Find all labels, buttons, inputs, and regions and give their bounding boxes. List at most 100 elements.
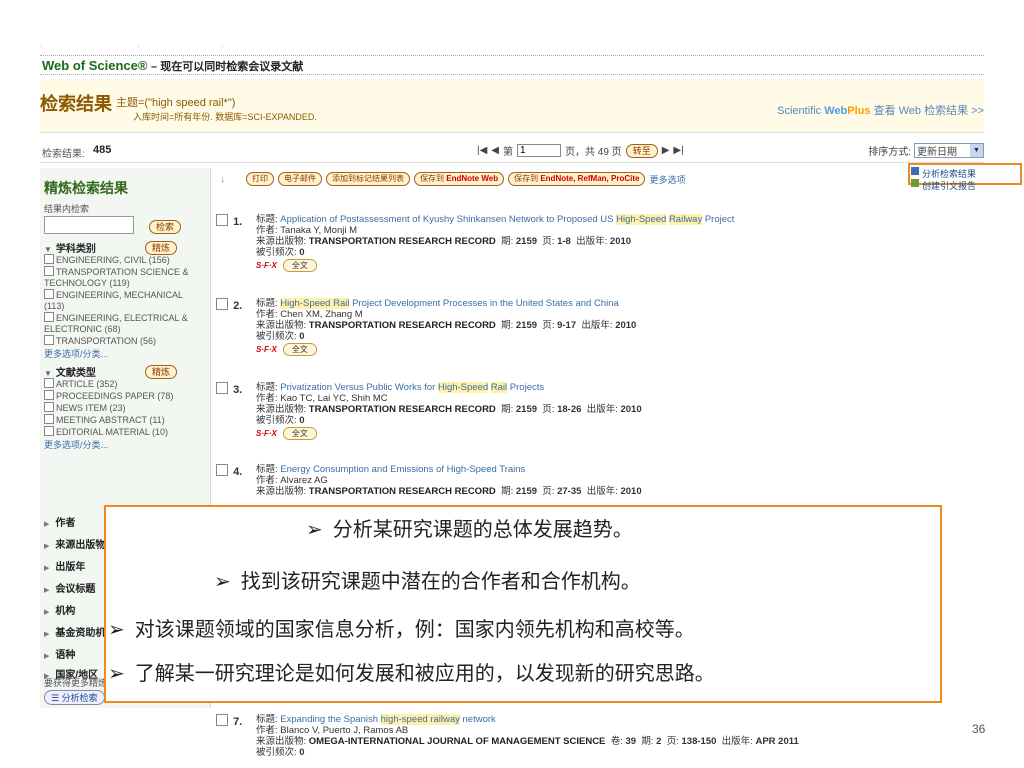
checkbox[interactable]	[44, 426, 54, 436]
record-pages: 138-150	[681, 736, 717, 747]
sort-select[interactable]: 更新日期 ▼	[914, 143, 984, 158]
doctype-item[interactable]: NEWS ITEM (23)	[44, 402, 204, 414]
search-within-input[interactable]	[44, 216, 134, 234]
doctype-item[interactable]: PROCEEDINGS PAPER (78)	[44, 390, 204, 402]
record-cited: 0	[299, 247, 305, 258]
record-volume: 39	[625, 736, 637, 747]
facet-label: 出版年	[55, 562, 86, 573]
record-checkbox[interactable]	[216, 382, 228, 394]
more-doctypes-link[interactable]: 更多选项/分类...	[44, 438, 108, 451]
doctype-item[interactable]: ARTICLE (352)	[44, 378, 204, 390]
doctype-item[interactable]: MEETING ABSTRACT (11)	[44, 414, 204, 426]
record-checkbox[interactable]	[216, 214, 228, 226]
source-label: 来源出版物:	[256, 404, 307, 415]
add-marked-button[interactable]: 添加到标记结果列表	[326, 172, 410, 186]
callout-line: ➢ 对该课题领域的国家信息分析，例：国家内领先机构和高校等。	[108, 613, 695, 642]
cited-label: 被引频次:	[256, 415, 297, 426]
checkbox[interactable]	[44, 390, 54, 400]
more-options-link[interactable]: 更多选项	[649, 173, 685, 186]
record-authors-row: 作者: Chen XM, Zhang M	[256, 309, 976, 320]
title-label: 标题:	[256, 464, 278, 475]
record-checkbox[interactable]	[216, 298, 228, 310]
record-checkbox[interactable]	[216, 464, 228, 476]
last-page-icon[interactable]: ▶|	[673, 145, 683, 156]
triangle-right-icon: ▶	[44, 521, 50, 528]
go-button[interactable]: 转至	[625, 143, 658, 158]
list-icon: ☰	[51, 693, 60, 703]
title-highlight: Rail	[490, 382, 508, 393]
email-button[interactable]: 电子邮件	[278, 172, 322, 186]
facet-conference[interactable]: ▶ 会议标题	[44, 580, 95, 595]
record-issue: 2	[656, 736, 662, 747]
subject-item-label: ENGINEERING, ELECTRICAL & ELECTRONIC (68…	[44, 313, 188, 334]
analyze-results-button[interactable]: ☰ 分析检索	[44, 690, 105, 705]
author-label: 作者:	[256, 393, 278, 404]
record-title[interactable]: Privatization Versus Public Works for Hi…	[280, 382, 544, 393]
title-text: Project	[702, 214, 735, 225]
more-subjects-link[interactable]: 更多选项/分类...	[44, 347, 108, 360]
checkbox[interactable]	[44, 378, 54, 388]
save-endnote-button[interactable]: 保存到 EndNote, RefMan, ProCite	[508, 172, 646, 186]
refine-doctype-button[interactable]: 精炼	[145, 365, 178, 379]
web-results-link[interactable]: 查看 Web 检索结果 >>	[874, 105, 984, 117]
record-checkbox[interactable]	[216, 714, 228, 726]
facet-language[interactable]: ▶ 语种	[44, 646, 75, 661]
fulltext-button[interactable]: 全文	[282, 427, 317, 440]
record-title[interactable]: Expanding the Spanish high-speed railway…	[280, 714, 496, 725]
doctype-item[interactable]: EDITORIAL MATERIAL (10)	[44, 426, 204, 438]
citation-report-link[interactable]: 创建引文报告	[922, 179, 976, 192]
print-button[interactable]: 打印	[246, 172, 274, 186]
record-title[interactable]: Application of Postassessment of Kyushy …	[280, 214, 734, 225]
source-label: 来源出版物:	[256, 320, 307, 331]
wos-brand[interactable]: Web of Science®	[42, 58, 147, 73]
record-title[interactable]: High-Speed Rail Project Development Proc…	[280, 298, 619, 309]
refine-subject-button[interactable]: 精炼	[145, 241, 178, 255]
save-endnote-web-button[interactable]: 保存到 EndNote Web	[414, 172, 505, 186]
record-journal: OMEGA-INTERNATIONAL JOURNAL OF MANAGEMEN…	[308, 736, 606, 747]
issue-label: 期	[501, 320, 511, 331]
title-highlight: High-Speed	[616, 214, 667, 225]
record-year: 2010	[620, 404, 642, 415]
checkbox[interactable]	[44, 312, 54, 322]
next-page-icon[interactable]: ▶	[662, 145, 670, 156]
facet-organization[interactable]: ▶ 机构	[44, 602, 75, 617]
checkbox[interactable]	[44, 414, 54, 424]
record-title[interactable]: Energy Consumption and Emissions of High…	[280, 464, 525, 475]
record-body: 标题: Energy Consumption and Emissions of …	[256, 464, 976, 497]
checkbox[interactable]	[44, 254, 54, 264]
subject-item[interactable]: ENGINEERING, MECHANICAL (113)	[44, 289, 204, 312]
checkbox[interactable]	[44, 402, 54, 412]
record-cited-row: 被引频次: 0	[256, 331, 976, 342]
record-pages: 9-17	[557, 320, 577, 331]
fulltext-button[interactable]: 全文	[282, 343, 317, 356]
sort-control: 排序方式: 更新日期 ▼	[868, 143, 984, 158]
checkbox[interactable]	[44, 266, 54, 276]
record-year: 2010	[615, 320, 637, 331]
record-authors-row: 作者: Blanco V, Puerto J, Ramos AB	[256, 725, 976, 736]
facet-source[interactable]: ▶ 来源出版物	[44, 536, 105, 551]
webplus-link[interactable]: Scientific WebPlus 查看 Web 检索结果 >>	[777, 102, 984, 118]
select-arrow-icon: ↓	[220, 174, 225, 185]
checkbox[interactable]	[44, 335, 54, 345]
first-page-icon[interactable]: |◀	[477, 145, 487, 156]
callout-panel: ➢ 分析某研究课题的总体发展趋势。 ➢ 找到该研究课题中潜在的合作者和合作机构。 ➢…	[104, 505, 942, 703]
subject-item[interactable]: TRANSPORTATION (56)	[44, 335, 204, 347]
subject-item[interactable]: ENGINEERING, ELECTRICAL & ELECTRONIC (68…	[44, 312, 204, 335]
sfx-icon[interactable]: S·F·X	[256, 428, 277, 439]
category-subject[interactable]: ▼ 学科类别	[44, 240, 96, 255]
category-doctype[interactable]: ▼ 文献类型	[44, 364, 96, 379]
prev-page-icon[interactable]: ◀	[491, 145, 499, 156]
subject-item[interactable]: TRANSPORTATION SCIENCE & TECHNOLOGY (119…	[44, 266, 204, 289]
subject-item[interactable]: ENGINEERING, CIVIL (156)	[44, 254, 204, 266]
sfx-icon[interactable]: S·F·X	[256, 344, 277, 355]
page-input[interactable]	[517, 144, 561, 157]
checkbox[interactable]	[44, 289, 54, 299]
fulltext-button[interactable]: 全文	[282, 259, 317, 272]
record-source-row: 来源出版物: TRANSPORTATION RESEARCH RECORD 期:…	[256, 320, 637, 331]
record-journal: TRANSPORTATION RESEARCH RECORD	[308, 236, 496, 247]
search-within-button[interactable]: 检索	[149, 220, 182, 234]
facet-author[interactable]: ▶ 作者	[44, 514, 75, 529]
sfx-icon[interactable]: S·F·X	[256, 260, 277, 271]
subject-item-label: ENGINEERING, CIVIL (156)	[56, 255, 170, 265]
facet-year[interactable]: ▶ 出版年	[44, 558, 85, 573]
